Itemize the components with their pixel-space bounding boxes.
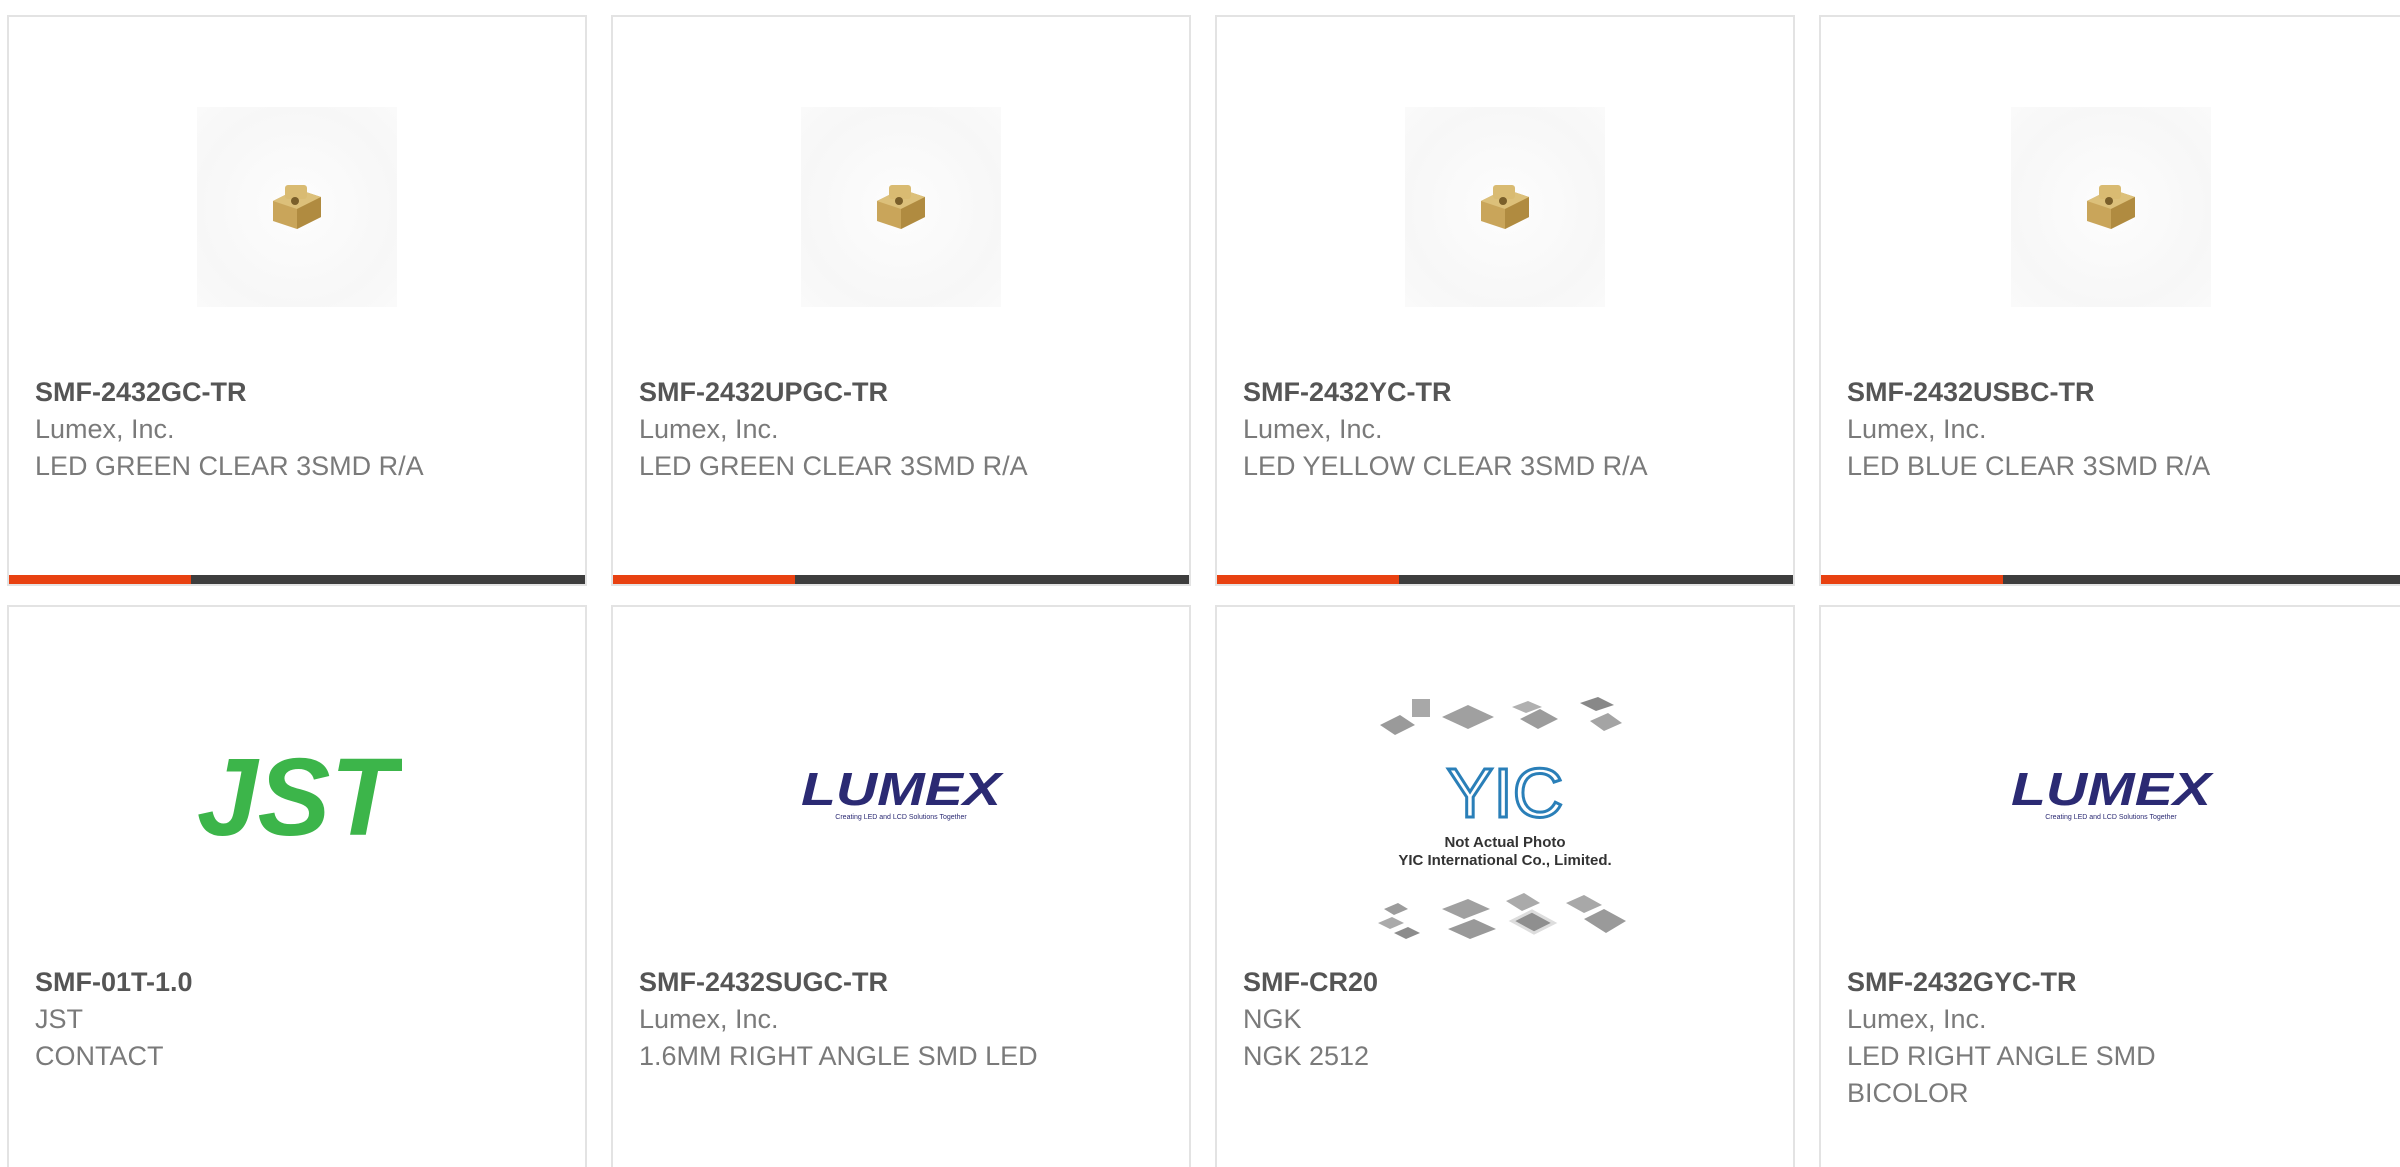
product-image[interactable] — [9, 87, 585, 327]
jst-logo-text: JST — [197, 747, 402, 847]
part-number-link[interactable]: SMF-2432SUGC-TR — [639, 963, 1169, 1001]
manufacturer: NGK — [1243, 1004, 1302, 1034]
accent-fill — [1217, 575, 1399, 584]
lumex-logo: LUMEX Creating LED and LCD Solutions Tog… — [801, 767, 1004, 821]
product-info: SMF-2432YC-TR Lumex, Inc. LED YELLOW CLE… — [1243, 373, 1773, 485]
accent-fill — [613, 575, 795, 584]
manufacturer: Lumex, Inc. — [639, 414, 779, 444]
lumex-tagline: Creating LED and LCD Solutions Together — [835, 814, 967, 821]
description: LED GREEN CLEAR 3SMD R/A — [639, 451, 1028, 481]
part-number-link[interactable]: SMF-2432UPGC-TR — [639, 373, 1169, 411]
yic-mark: YIC — [1445, 753, 1565, 834]
manufacturer: Lumex, Inc. — [1243, 414, 1383, 444]
product-info: SMF-01T-1.0 JST CONTACT — [35, 963, 565, 1075]
lumex-logo-text: LUMEX — [2011, 767, 2214, 815]
description: LED GREEN CLEAR 3SMD R/A — [35, 451, 424, 481]
product-card[interactable]: JST SMF-01T-1.0 JST CONTACT — [7, 605, 587, 1167]
accent-fill — [9, 575, 191, 584]
description: CONTACT — [35, 1041, 164, 1071]
card-footer-bar — [1217, 575, 1793, 584]
product-image[interactable]: LUMEX Creating LED and LCD Solutions Tog… — [1821, 677, 2400, 917]
product-info: SMF-2432USBC-TR Lumex, Inc. LED BLUE CLE… — [1847, 373, 2380, 485]
product-card[interactable]: LUMEX Creating LED and LCD Solutions Tog… — [1819, 605, 2400, 1167]
led-smd-photo — [1405, 107, 1605, 307]
product-grid: SMF-2432GC-TR Lumex, Inc. LED GREEN CLEA… — [0, 0, 2400, 1167]
yic-caption-line2: YIC International Co., Limited. — [1398, 852, 1611, 869]
led-smd-photo — [801, 107, 1001, 307]
description: LED YELLOW CLEAR 3SMD R/A — [1243, 451, 1648, 481]
manufacturer: Lumex, Inc. — [639, 1004, 779, 1034]
part-number-link[interactable]: SMF-2432USBC-TR — [1847, 373, 2380, 411]
part-number-link[interactable]: SMF-01T-1.0 — [35, 963, 565, 1001]
product-info: SMF-2432UPGC-TR Lumex, Inc. LED GREEN CL… — [639, 373, 1169, 485]
card-footer-bar — [613, 575, 1189, 584]
product-image[interactable] — [1217, 87, 1793, 327]
description: LED RIGHT ANGLE SMD BICOLOR — [1847, 1041, 2156, 1108]
product-image[interactable]: LUMEX Creating LED and LCD Solutions Tog… — [613, 677, 1189, 917]
card-footer-bar — [9, 575, 585, 584]
yic-caption-line1: Not Actual Photo — [1444, 834, 1565, 851]
part-number-link[interactable]: SMF-2432YC-TR — [1243, 373, 1773, 411]
manufacturer: JST — [35, 1004, 84, 1034]
yic-placeholder: YIC Not Actual Photo YIC International C… — [1378, 697, 1626, 939]
description: NGK 2512 — [1243, 1041, 1370, 1071]
manufacturer: Lumex, Inc. — [1847, 1004, 1987, 1034]
led-smd-photo — [2010, 107, 2211, 307]
led-smd-photo — [197, 107, 397, 307]
product-card[interactable]: YIC Not Actual Photo YIC International C… — [1215, 605, 1795, 1167]
product-info: SMF-2432GYC-TR Lumex, Inc. LED RIGHT ANG… — [1847, 963, 2220, 1112]
part-number-link[interactable]: SMF-2432GC-TR — [35, 373, 565, 411]
yic-mark-text: YIC — [1447, 754, 1564, 832]
manufacturer: Lumex, Inc. — [35, 414, 175, 444]
product-info: SMF-CR20 NGK NGK 2512 — [1243, 963, 1773, 1075]
product-card[interactable]: SMF-2432YC-TR Lumex, Inc. LED YELLOW CLE… — [1215, 15, 1795, 586]
product-image[interactable]: JST — [9, 677, 585, 917]
part-number-link[interactable]: SMF-2432GYC-TR — [1847, 963, 2220, 1001]
jst-logo: JST — [197, 747, 402, 847]
lumex-logo-text: LUMEX — [801, 767, 1004, 815]
product-image[interactable]: YIC Not Actual Photo YIC International C… — [1217, 697, 1793, 942]
product-card[interactable]: LUMEX Creating LED and LCD Solutions Tog… — [611, 605, 1191, 1167]
lumex-logo: LUMEX Creating LED and LCD Solutions Tog… — [2011, 767, 2214, 821]
product-image[interactable] — [1821, 87, 2400, 327]
product-card[interactable]: SMF-2432USBC-TR Lumex, Inc. LED BLUE CLE… — [1819, 15, 2400, 586]
product-card[interactable]: SMF-2432GC-TR Lumex, Inc. LED GREEN CLEA… — [7, 15, 587, 586]
description: 1.6MM RIGHT ANGLE SMD LED — [639, 1041, 1038, 1071]
description: LED BLUE CLEAR 3SMD R/A — [1847, 451, 2211, 481]
product-info: SMF-2432SUGC-TR Lumex, Inc. 1.6MM RIGHT … — [639, 963, 1169, 1075]
card-footer-bar — [1821, 575, 2400, 584]
product-info: SMF-2432GC-TR Lumex, Inc. LED GREEN CLEA… — [35, 373, 565, 485]
manufacturer: Lumex, Inc. — [1847, 414, 1987, 444]
product-image[interactable] — [613, 87, 1189, 327]
lumex-tagline: Creating LED and LCD Solutions Together — [2045, 814, 2177, 821]
part-number-link[interactable]: SMF-CR20 — [1243, 963, 1773, 1001]
product-card[interactable]: SMF-2432UPGC-TR Lumex, Inc. LED GREEN CL… — [611, 15, 1191, 586]
accent-fill — [1821, 575, 2003, 584]
